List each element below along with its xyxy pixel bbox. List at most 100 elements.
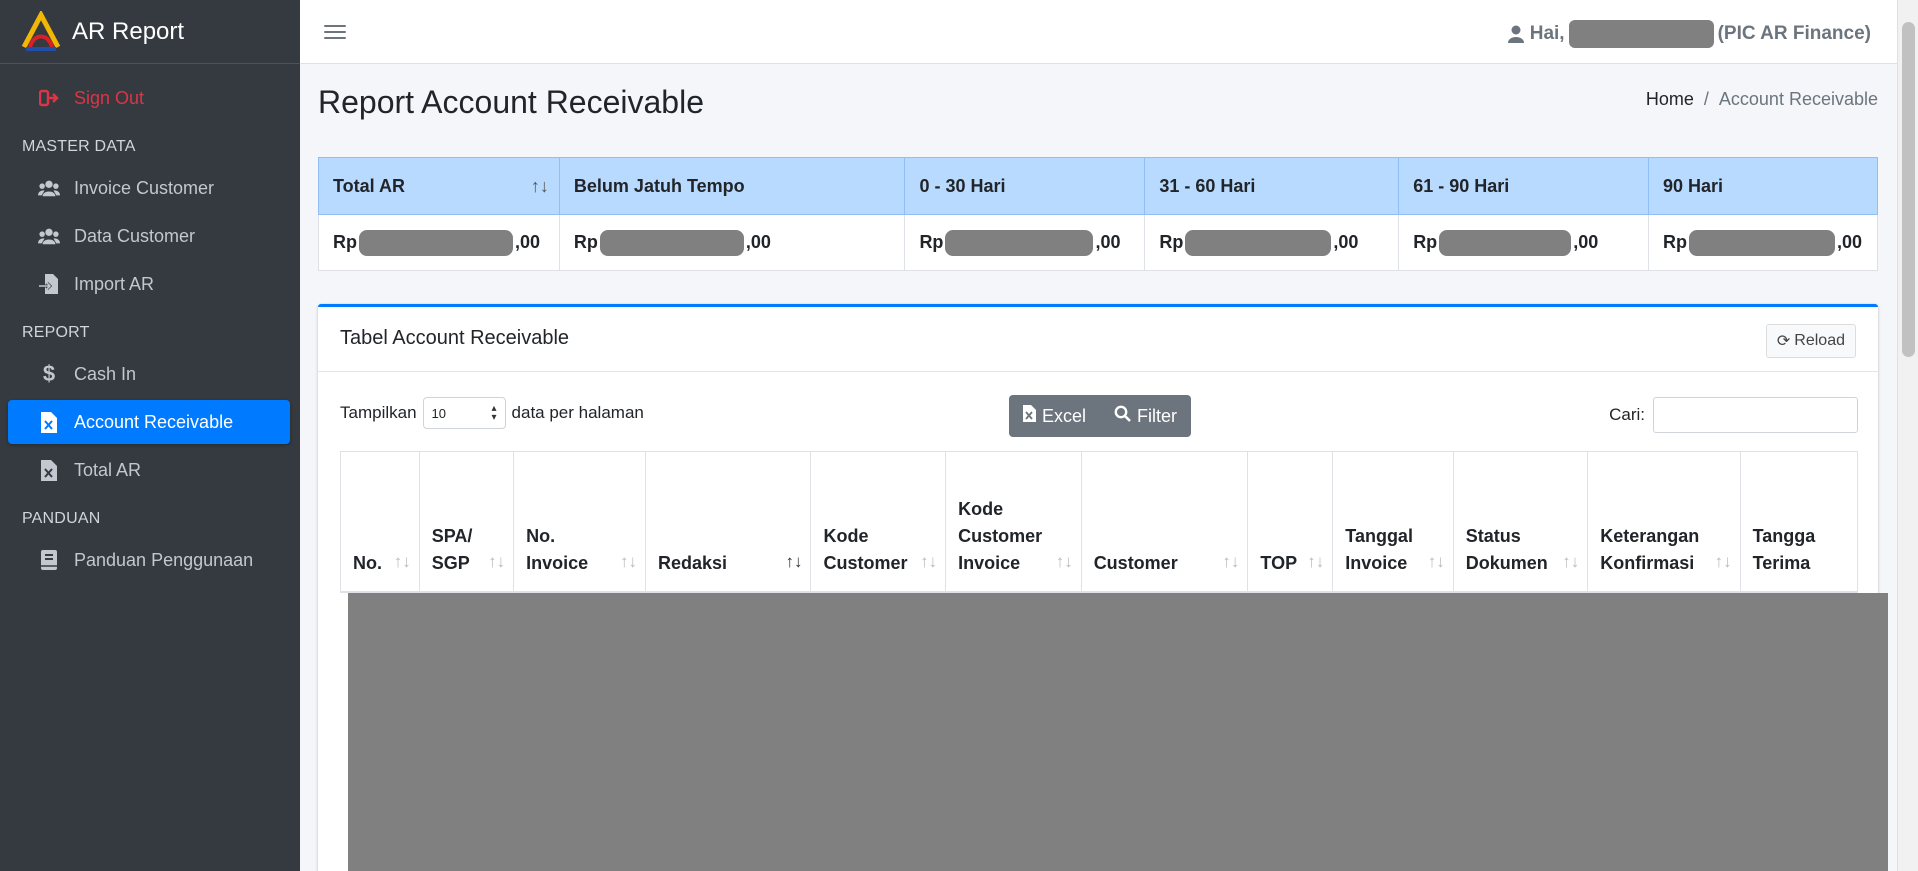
filter-label: Filter [1137, 405, 1178, 426]
column-header-status-dokumen[interactable]: Status Dokumen ↑↓ [1452, 451, 1589, 593]
summary-header-61-90: 61 - 90 Hari [1398, 157, 1649, 215]
brand-title: AR Report [72, 17, 185, 45]
summary-header-90: 90 Hari [1648, 157, 1878, 215]
column-label: Customer [823, 552, 908, 573]
redacted-amount [1439, 229, 1572, 256]
currency-label: Rp [333, 231, 357, 252]
page-title: Report Account Receivable [318, 84, 704, 120]
ar-data-table: No. ↑↓ SPA/SGP ↑↓ No. Invoice ↑↓ Redaksi ↑↓ K… [340, 451, 1858, 593]
summary-table: Total AR ↑↓ Belum Jatuh Tempo 0 - 30 Hari… [318, 157, 1878, 271]
currency-label: Rp [1413, 231, 1438, 252]
column-header-redaksi[interactable]: Redaksi ↑↓ [644, 451, 812, 593]
search-input[interactable] [1653, 397, 1858, 433]
summary-header-0-30: 0 - 30 Hari [904, 157, 1146, 215]
file-excel-icon [38, 459, 60, 481]
summary-header-label: Total AR [333, 175, 405, 196]
reload-label: Reload [1794, 332, 1845, 349]
card-title: Tabel Account Receivable [340, 327, 570, 349]
redacted-amount [359, 229, 513, 256]
summary-header-total-ar[interactable]: Total AR ↑↓ [318, 157, 560, 215]
column-header-customer[interactable]: Customer ↑↓ [1080, 451, 1249, 593]
sidebar-header-master-data: MASTER DATA [22, 138, 136, 155]
redacted-amount [1185, 229, 1332, 256]
dollar-icon: $ [42, 361, 56, 386]
table-search: Cari: [1609, 397, 1858, 433]
table-tools: Tampilkan 10 ▴ ▾ data per halaman Excel F… [340, 395, 1858, 437]
file-excel-icon [1023, 405, 1036, 427]
sidebar-item-data-customer[interactable]: Data Customer [8, 214, 290, 258]
sort-icon: ↑↓ [1562, 551, 1580, 571]
amount-suffix: ,00 [1573, 231, 1599, 252]
sort-icon: ↑↓ [620, 551, 637, 571]
excel-button[interactable]: Excel [1009, 395, 1100, 437]
sidebar-item-total-ar[interactable]: Total AR [8, 448, 290, 492]
sidebar-item-label: Sign Out [74, 87, 145, 108]
sidebar-item-label: Cash In [74, 363, 137, 384]
column-header-tanggal-terima[interactable]: Tangga Terima [1739, 451, 1858, 593]
page-length-select[interactable]: 10 ▴ ▾ [422, 397, 506, 429]
file-import-icon [38, 273, 60, 295]
sign-out-icon [38, 87, 60, 109]
sidebar-item-cash-in[interactable]: $ Cash In [8, 352, 290, 396]
page-length-value: 10 [431, 405, 447, 421]
sidebar: AR Report Sign Out MASTER DATA Invoice C… [0, 0, 300, 871]
menu-toggle-icon[interactable] [324, 22, 346, 42]
brand[interactable]: AR Report [0, 0, 300, 64]
export-button-group: Excel Filter [1009, 395, 1192, 437]
column-label: Status [1465, 525, 1521, 546]
summary-value-31-60: Rp ,00 [1144, 214, 1400, 271]
column-label: SPA/ [431, 525, 473, 546]
column-header-kode-customer[interactable]: Kode Customer ↑↓ [810, 451, 947, 593]
sidebar-item-import-ar[interactable]: Import AR [8, 262, 290, 306]
amount-suffix: ,00 [1333, 231, 1359, 252]
sidebar-item-panduan-penggunaan[interactable]: Panduan Penggunaan [8, 538, 290, 582]
sidebar-header-panduan: PANDUAN [22, 510, 101, 527]
file-excel-icon [38, 411, 60, 433]
sidebar-item-sign-out[interactable]: Sign Out [8, 76, 290, 120]
sidebar-item-label: Import AR [74, 273, 155, 294]
summary-header-belum-jatuh-tempo: Belum Jatuh Tempo [558, 157, 906, 215]
sidebar-item-account-receivable[interactable]: Account Receivable [8, 400, 290, 444]
sidebar-item-label: Total AR [74, 459, 142, 480]
column-header-top[interactable]: TOP ↑↓ [1247, 451, 1334, 593]
amount-suffix: ,00 [1837, 231, 1863, 252]
column-header-keterangan-konfirmasi[interactable]: Keterangan Konfirmasi ↑↓ [1587, 451, 1741, 593]
column-header-tanggal-invoice[interactable]: Tanggal Invoice ↑↓ [1332, 451, 1454, 593]
sidebar-item-invoice-customer[interactable]: Invoice Customer [8, 166, 290, 210]
column-header-kode-customer-invoice[interactable]: Kode Customer Invoice ↑↓ [945, 451, 1082, 593]
show-prefix: Tampilkan [340, 403, 417, 422]
sort-icon: ↑↓ [1714, 551, 1732, 571]
sort-icon: ↑↓ [393, 551, 411, 571]
sort-desc-icon: ↑↓ [785, 551, 803, 571]
breadcrumb-home-link[interactable]: Home [1646, 89, 1694, 110]
column-header-no[interactable]: No. ↑↓ [340, 451, 420, 593]
column-label: Tanggal [1345, 525, 1413, 546]
sidebar-item-label: Panduan Penggunaan [74, 549, 254, 570]
user-icon [1507, 25, 1524, 43]
page-scrollbar[interactable] [1897, 0, 1918, 871]
reload-button[interactable]: ⟳ Reload [1765, 324, 1856, 358]
amount-suffix: ,00 [1095, 231, 1121, 252]
search-icon [1114, 405, 1131, 427]
column-label: Tangga [1752, 525, 1816, 546]
card-header: Tabel Account Receivable ⟳ Reload [318, 307, 1878, 372]
amount-suffix: ,00 [745, 231, 771, 252]
column-label: No. [526, 525, 556, 546]
sidebar-item-label: Invoice Customer [74, 177, 215, 198]
column-label: Customer [1093, 552, 1178, 573]
user-menu[interactable]: Hai, (PIC AR Finance) [1507, 20, 1871, 48]
filter-button[interactable]: Filter [1100, 395, 1191, 437]
breadcrumb-current: Account Receivable [1718, 89, 1878, 109]
sort-icon: ↑↓ [920, 551, 938, 571]
scrollbar-thumb[interactable] [1902, 22, 1915, 357]
column-label: Dokumen [1465, 552, 1548, 573]
summary-value-total-ar: Rp ,00 [318, 214, 560, 271]
currency-label: Rp [919, 231, 944, 252]
column-header-spa-sgp[interactable]: SPA/SGP ↑↓ [418, 451, 515, 593]
summary-value-61-90: Rp ,00 [1398, 214, 1649, 271]
column-header-no-invoice[interactable]: No. Invoice ↑↓ [513, 451, 646, 593]
summary-value-0-30: Rp ,00 [904, 214, 1146, 271]
currency-label: Rp [1159, 231, 1184, 252]
column-label: Invoice [958, 552, 1021, 573]
column-label: Invoice [526, 552, 589, 573]
